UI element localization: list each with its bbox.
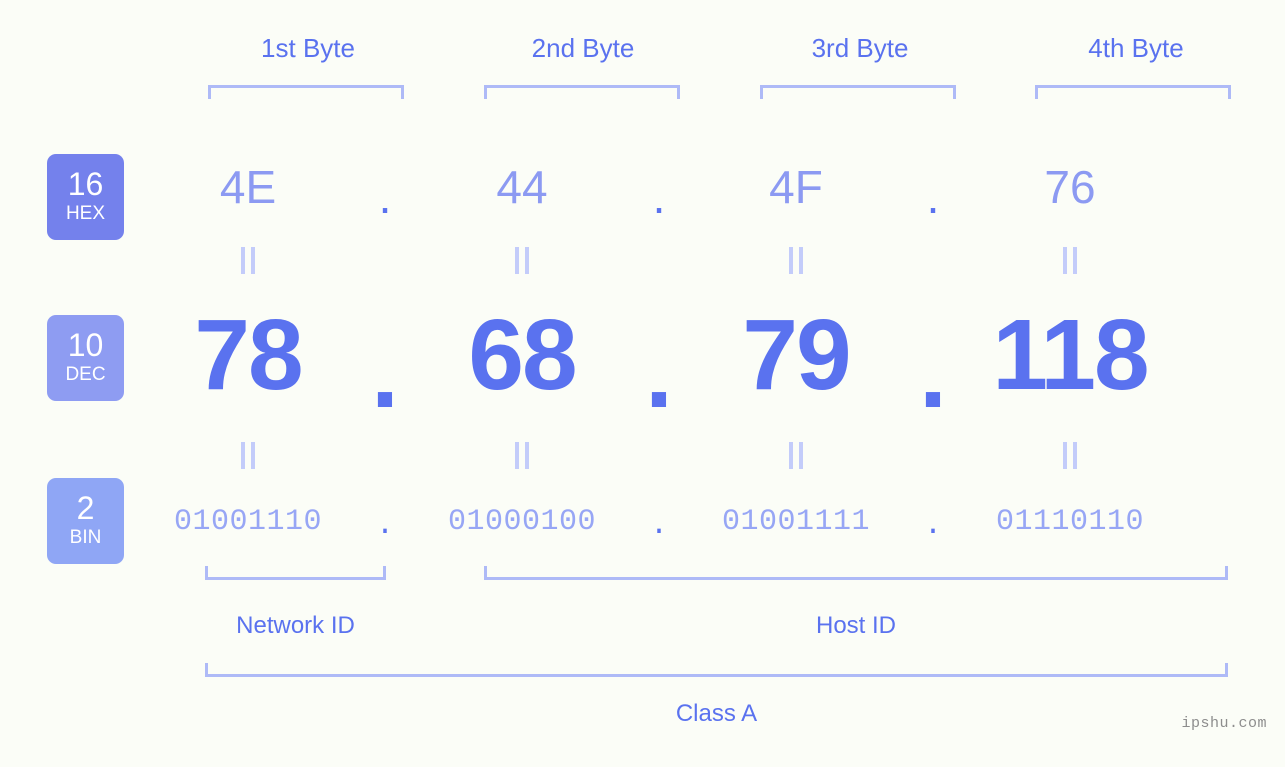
hex-separator-2: . [652,171,666,223]
ip-address-breakdown-diagram: 1st Byte 2nd Byte 3rd Byte 4th Byte 16 H… [0,0,1285,767]
byte-header-3: 3rd Byte [811,33,909,63]
bin-separator-2: . [649,509,668,543]
dec-separator-3: . [919,316,947,429]
host-id-bracket [484,566,1228,580]
byte-header-2: 2nd Byte [531,33,635,63]
equivalence-marks-dec-bin [150,442,1255,469]
equals-icon [972,247,1168,274]
byte-header-1: 1st Byte [261,33,355,63]
hex-octet-1: 4E [219,161,277,213]
class-bracket [205,663,1228,677]
equals-icon [424,442,620,469]
dec-octet-1: 78 [194,298,303,411]
bin-value-row: 01001110 . 01000100 . 01001111 . 0111011… [150,497,1255,547]
bin-octet-4: 01110110 [995,505,1145,539]
dec-octet-2: 68 [468,298,577,411]
hex-separator-3: . [926,171,940,223]
dec-separator-2: . [645,316,673,429]
dec-octet-3: 79 [742,298,851,411]
radix-badge-bin-number: 2 [76,490,95,527]
equals-icon [698,442,894,469]
bin-octet-3: 01001111 [721,505,871,539]
radix-badge-bin: 2 BIN [47,478,124,564]
byte-bracket-2 [484,85,680,99]
equals-spacer [894,442,972,469]
hex-octet-2: 44 [496,161,548,213]
byte-bracket-1 [208,85,404,99]
equals-spacer [620,442,698,469]
host-id-label: Host ID [815,612,896,639]
class-label: Class A [675,700,758,727]
equals-icon [698,247,894,274]
byte-bracket-4 [1035,85,1231,99]
bin-separator-3: . [923,509,942,543]
equals-spacer [346,247,424,274]
radix-badge-dec-number: 10 [67,327,104,364]
byte-bracket-3 [760,85,956,99]
dec-value-row: 78 . 68 . 79 . 118 [150,295,1255,429]
dec-separator-1: . [371,316,399,429]
bin-octet-1: 01001110 [173,505,323,539]
equals-spacer [346,442,424,469]
equals-icon [150,442,346,469]
radix-badge-hex-name: HEX [65,202,106,224]
equals-icon [150,247,346,274]
dec-octet-4: 118 [992,298,1149,411]
radix-badge-bin-name: BIN [69,526,102,548]
hex-separator-1: . [378,171,392,223]
equals-icon [424,247,620,274]
radix-badge-hex-number: 16 [67,166,104,203]
bin-separator-1: . [375,509,394,543]
equals-spacer [620,247,698,274]
network-id-bracket [205,566,386,580]
hex-octet-3: 4F [769,161,823,213]
radix-badge-dec: 10 DEC [47,315,124,401]
hex-value-row: 4E . 44 . 4F . 76 [150,152,1255,223]
radix-badge-dec-name: DEC [65,363,106,385]
hex-octet-4: 76 [1044,161,1096,213]
watermark: ipshu.com [1181,715,1267,732]
bin-octet-2: 01000100 [447,505,597,539]
radix-badge-hex: 16 HEX [47,154,124,240]
network-id-label: Network ID [236,612,355,639]
equals-icon [972,442,1168,469]
equals-spacer [894,247,972,274]
equivalence-marks-hex-dec [150,247,1255,274]
byte-header-4: 4th Byte [1088,33,1184,63]
